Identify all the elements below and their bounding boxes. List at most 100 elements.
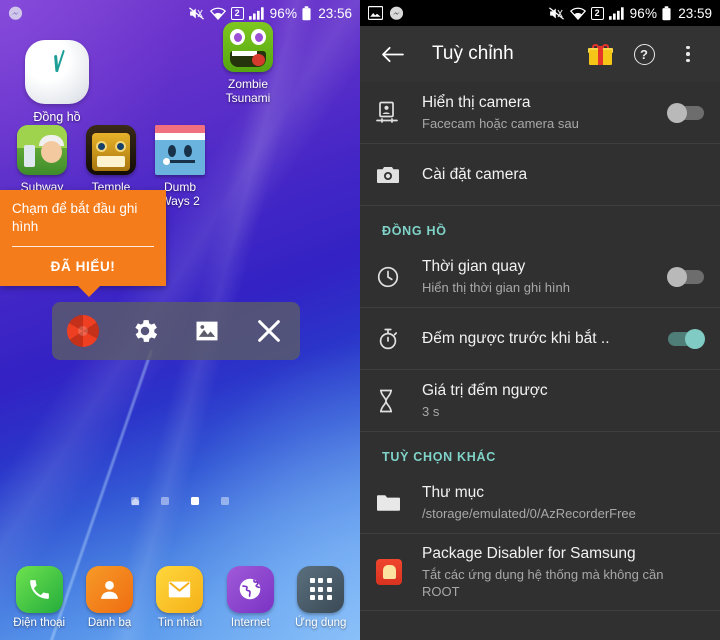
page-dot-active[interactable] xyxy=(191,497,199,505)
help-icon[interactable]: ? xyxy=(624,34,664,74)
setting-title: Hiển thị camera xyxy=(422,94,531,111)
hourglass-icon xyxy=(376,389,422,413)
az-recorder-settings-screen: 2 96% 23:59 Tuỳ chỉnh ? Hiển thị camera … xyxy=(360,0,720,640)
sim2-icon: 2 xyxy=(230,6,244,20)
toggle-countdown[interactable] xyxy=(668,328,705,349)
left-status-bar: 2 96% 23:56 xyxy=(0,0,360,26)
page-dot[interactable] xyxy=(221,497,229,505)
zombie-tsunami-icon xyxy=(223,22,273,72)
gallery-icon xyxy=(368,6,383,20)
mute-icon xyxy=(188,6,205,21)
app-label: Zombie Tsunami xyxy=(225,77,271,105)
dock-label: Internet xyxy=(230,616,270,629)
message-icon xyxy=(156,565,204,613)
toggle-show-camera[interactable] xyxy=(667,102,704,123)
section-header-clock: ĐỒNG HỒ xyxy=(382,224,447,238)
setting-title: Thư mục xyxy=(422,484,485,501)
status-clock: 23:56 xyxy=(318,5,352,21)
setting-countdown-before-start[interactable]: Đếm ngược trước khi bắt .. xyxy=(360,308,720,370)
camera-icon xyxy=(376,165,422,185)
gift-icon[interactable] xyxy=(580,34,620,74)
setting-subtitle: Hiển thị thời gian ghi hình xyxy=(422,280,571,295)
signal-icon xyxy=(608,6,625,20)
dock: Điện thoại Danh bạ Tin nhắn Internet Ứng… xyxy=(0,554,360,640)
settings-list: Hiển thị camera Facecam hoặc camera sau … xyxy=(360,82,720,640)
app-zombie-tsunami[interactable]: Zombie Tsunami xyxy=(212,22,284,105)
apps-grid-icon xyxy=(297,565,345,613)
analog-clock-icon xyxy=(25,40,89,104)
shutter-icon xyxy=(67,315,99,347)
toggle-recording-time[interactable] xyxy=(667,266,704,287)
wifi-icon xyxy=(209,7,226,20)
page-indicator xyxy=(0,497,360,505)
floating-recorder-toolbar xyxy=(52,302,300,360)
globe-icon xyxy=(226,565,274,613)
sim2-icon: 2 xyxy=(590,6,604,20)
camera-overlay-icon xyxy=(376,101,422,125)
tooltip-arrow xyxy=(78,286,100,297)
dock-label: Danh bạ xyxy=(87,616,132,629)
image-icon xyxy=(193,317,221,345)
setting-recording-time[interactable]: Thời gian quay Hiển thị thời gian ghi hì… xyxy=(360,246,720,308)
subway-surfers-icon xyxy=(17,125,67,175)
dock-item-phone[interactable]: Điện thoại xyxy=(7,565,71,629)
dumb-ways-icon xyxy=(155,125,205,175)
stopwatch-icon xyxy=(376,327,422,351)
setting-subtitle: Tắt các ứng dụng hệ thống mà không cần R… xyxy=(422,567,664,599)
status-clock: 23:59 xyxy=(678,5,712,21)
close-icon xyxy=(255,317,283,345)
folder-icon xyxy=(376,493,422,513)
setting-title: Đếm ngược trước khi bắt .. xyxy=(422,329,610,347)
app-subway-surfers[interactable]: Subway xyxy=(6,125,78,194)
phone-icon xyxy=(15,565,63,613)
page-dot[interactable] xyxy=(161,497,169,505)
wifi-icon xyxy=(569,7,586,20)
battery-percent: 96% xyxy=(629,5,658,21)
gallery-button[interactable] xyxy=(176,302,238,360)
android-home-screen: 2 96% 23:56 Đồng hồ Zombie Tsunami Subwa… xyxy=(0,0,360,640)
clock-icon xyxy=(376,265,422,289)
setting-countdown-value[interactable]: Giá trị đếm ngược 3 s xyxy=(360,370,720,432)
setting-subtitle: /storage/emulated/0/AzRecorderFree xyxy=(422,506,636,521)
contacts-icon xyxy=(86,565,134,613)
setting-subtitle: 3 s xyxy=(422,404,440,419)
battery-icon xyxy=(662,5,671,21)
dock-item-apps[interactable]: Ứng dụng xyxy=(289,565,353,629)
page-home-icon[interactable] xyxy=(131,497,139,505)
setting-package-disabler-ad[interactable]: Package Disabler for Samsung Tắt các ứng… xyxy=(360,534,720,611)
setting-title: Package Disabler for Samsung xyxy=(422,545,636,562)
record-button[interactable] xyxy=(52,302,114,360)
close-button[interactable] xyxy=(238,302,300,360)
tooltip-ok-button[interactable]: ĐÃ HIỂU! xyxy=(12,247,154,286)
dock-item-internet[interactable]: Internet xyxy=(218,565,282,629)
back-arrow-icon[interactable] xyxy=(372,34,412,74)
battery-percent: 96% xyxy=(269,5,298,21)
setting-subtitle: Facecam hoặc camera sau xyxy=(422,116,579,131)
clock-widget[interactable]: Đồng hồ xyxy=(18,40,96,124)
setting-show-camera[interactable]: Hiển thị camera Facecam hoặc camera sau xyxy=(360,82,720,144)
dock-label: Ứng dụng xyxy=(295,616,347,629)
gear-icon xyxy=(130,316,160,346)
setting-folder[interactable]: Thư mục /storage/emulated/0/AzRecorderFr… xyxy=(360,472,720,534)
battery-icon xyxy=(302,5,311,21)
signal-icon xyxy=(248,6,265,20)
dock-label: Điện thoại xyxy=(13,616,66,629)
app-toolbar: Tuỳ chỉnh ? xyxy=(360,26,720,82)
onboarding-tooltip: Chạm để bắt đầu ghi hình ĐÃ HIỂU! xyxy=(0,190,166,297)
settings-button[interactable] xyxy=(114,302,176,360)
setting-camera-settings[interactable]: Cài đặt camera xyxy=(360,144,720,206)
messenger-icon xyxy=(389,6,404,21)
dual-screenshot: 2 96% 23:56 Đồng hồ Zombie Tsunami Subwa… xyxy=(0,0,720,640)
app-temple-run[interactable]: Temple xyxy=(75,125,147,194)
section-header-other: TUỲ CHỌN KHÁC xyxy=(382,450,496,464)
page-title: Tuỳ chỉnh xyxy=(432,43,514,64)
clock-widget-label: Đồng hồ xyxy=(33,110,81,124)
overflow-menu-icon[interactable] xyxy=(668,34,708,74)
dock-label: Tin nhắn xyxy=(157,616,203,629)
right-status-bar: 2 96% 23:59 xyxy=(360,0,720,26)
dock-item-contacts[interactable]: Danh bạ xyxy=(78,565,142,629)
messenger-icon xyxy=(8,6,23,21)
setting-title: Cài đặt camera xyxy=(422,165,528,183)
package-disabler-icon xyxy=(376,559,422,585)
dock-item-messages[interactable]: Tin nhắn xyxy=(148,565,212,629)
